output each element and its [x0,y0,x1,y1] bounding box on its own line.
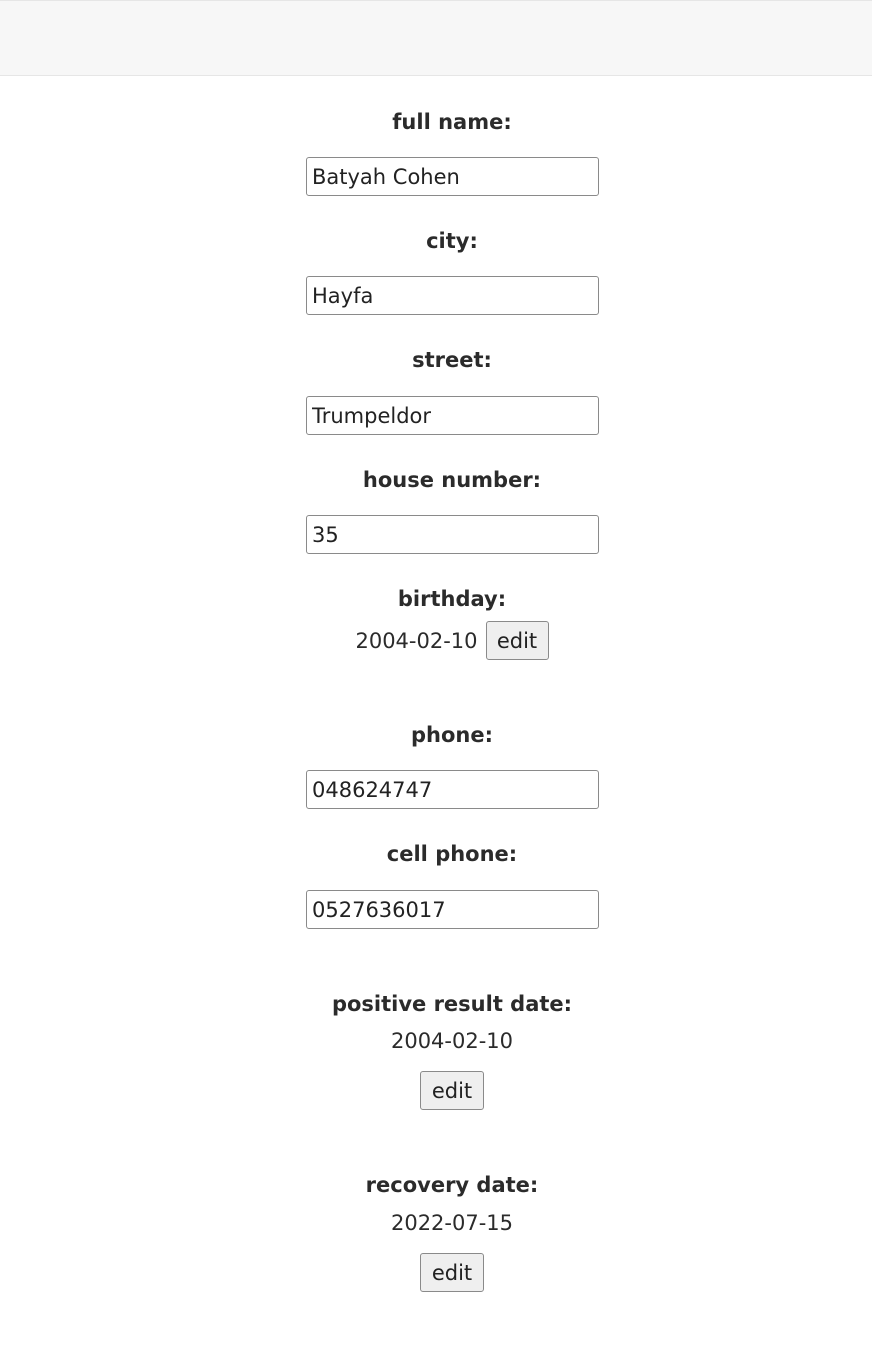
city-input[interactable] [306,276,599,315]
city-label: city: [426,229,478,253]
cell-phone-label: cell phone: [386,842,518,866]
full-name-input[interactable] [306,157,599,196]
cell-phone-input[interactable] [306,890,599,929]
phone-input[interactable] [306,770,599,809]
recovery-date-value: 2022-07-15 [390,1211,514,1235]
house-number-label: house number: [362,468,542,492]
positive-result-date-value: 2004-02-10 [390,1029,514,1053]
recovery-date-label: recovery date: [365,1173,539,1197]
birthday-value: 2004-02-10 [355,628,478,653]
full-name-label: full name: [392,110,512,134]
positive-result-date-label: positive result date: [331,992,573,1016]
positive-result-date-edit-button[interactable]: edit [420,1071,484,1110]
birthday-edit-button[interactable]: edit [485,621,549,660]
phone-label: phone: [410,723,493,747]
top-navbar [0,0,872,76]
street-input[interactable] [306,396,599,435]
birthday-label: birthday: [397,587,507,611]
recovery-date-edit-button[interactable]: edit [420,1253,484,1292]
street-label: street: [412,348,492,372]
house-number-input[interactable] [306,515,599,554]
birthday-row: 2004-02-10 edit [0,621,872,660]
